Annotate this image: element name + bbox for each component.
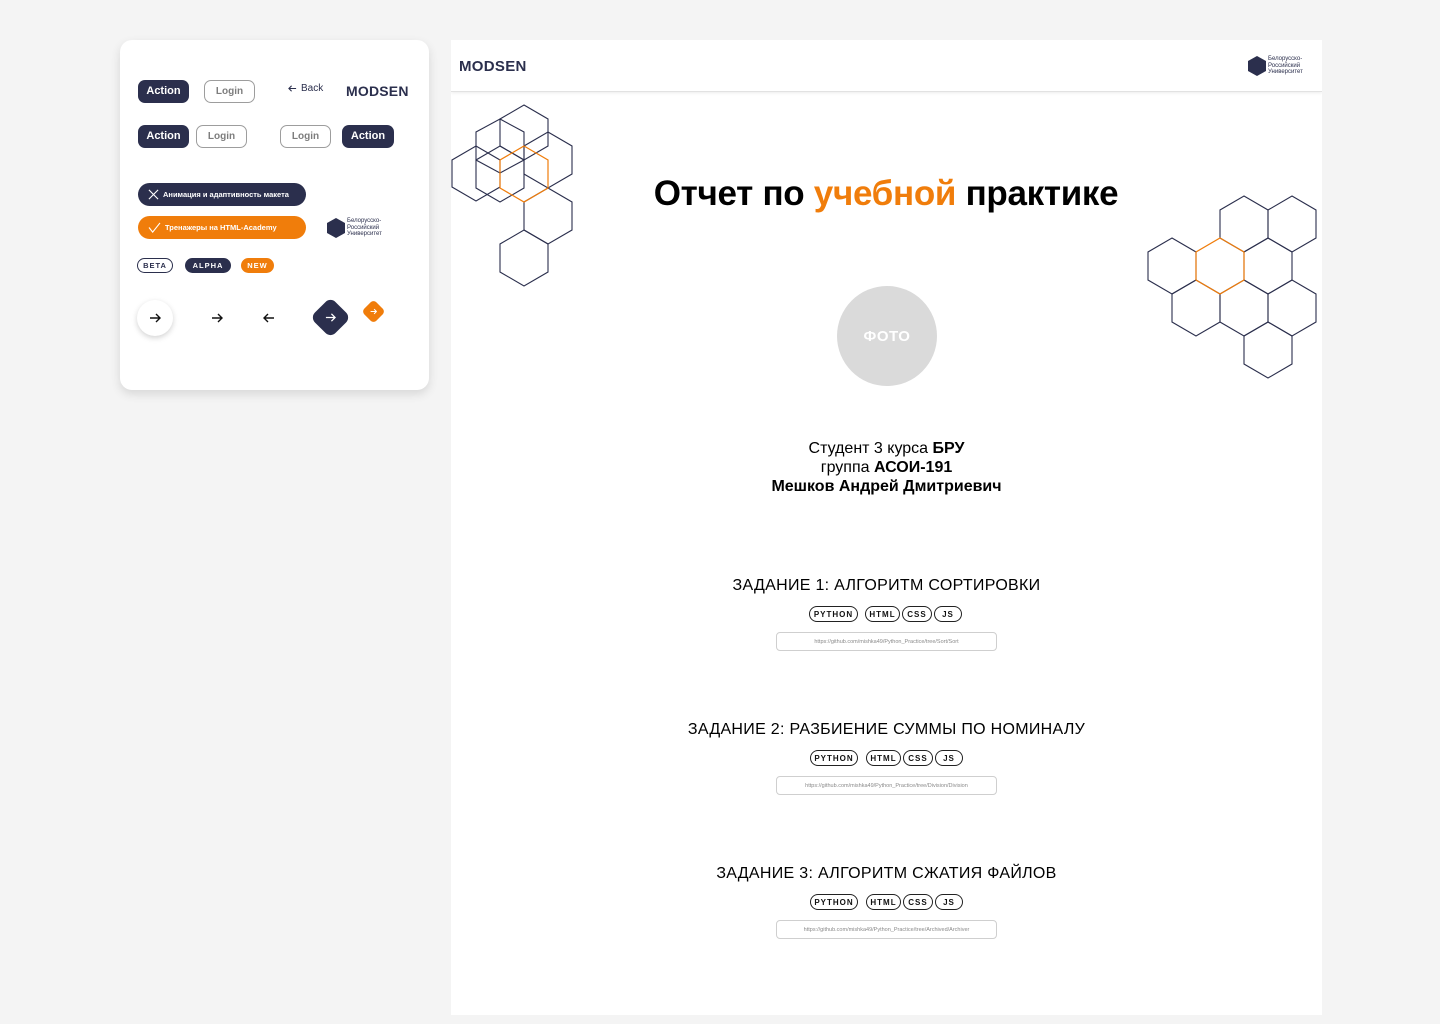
task-tags: PYTHON HTML CSS JS [451, 894, 1322, 910]
student-name: Мешков Андрей Дмитриевич [771, 478, 1002, 495]
chip-animation-label: Анимация и адаптивность макета [163, 190, 289, 199]
next-diamond-button[interactable] [309, 296, 352, 339]
task-repo-link[interactable]: https://github.com/mishka49/Python_Pract… [776, 920, 997, 939]
tag-python: PYTHON [809, 606, 858, 622]
next-diamond-small-button[interactable] [361, 299, 386, 324]
honeycomb-right-decoration [1147, 195, 1317, 379]
university-logo: Белорусско- Российский Университет [327, 218, 382, 238]
login-button[interactable]: Login [204, 80, 255, 103]
task-3: ЗАДАНИЕ 3: АЛГОРИТМ СЖАТИЯ ФАЙЛОВ PYTHON… [451, 865, 1322, 939]
back-link[interactable]: Back [288, 83, 323, 94]
close-icon [148, 189, 159, 200]
arrow-right-icon [212, 313, 223, 323]
student-university: БРУ [932, 440, 965, 457]
group-prefix: группа [820, 459, 874, 476]
title-part-1: Отчет по [653, 174, 814, 213]
tag-html: HTML [865, 606, 900, 622]
photo-placeholder: ФОТО [837, 286, 937, 386]
task-title: ЗАДАНИЕ 2: РАЗБИЕНИЕ СУММЫ ПО НОМИНАЛУ [687, 721, 1086, 738]
arrow-left-icon [263, 313, 274, 323]
tag-css: CSS [903, 750, 933, 766]
task-repo-link[interactable]: https://github.com/mishka49/Python_Pract… [776, 776, 997, 795]
report-page: MODSEN Белорусско- Российский Университе… [451, 40, 1322, 1015]
login-button-2[interactable]: Login [196, 125, 247, 148]
title-accent: учебной [813, 174, 957, 213]
arrow-right-icon [150, 313, 161, 323]
page-header: MODSEN Белорусско- Российский Университе… [451, 40, 1322, 92]
student-line-group: группа АСОИ-191 [451, 458, 1322, 477]
tag-css: CSS [903, 894, 933, 910]
uni-line-1: Белорусско- [347, 218, 382, 225]
hexagon-icon [1248, 56, 1266, 76]
student-prefix: Студент 3 курса [808, 440, 933, 457]
task-title: ЗАДАНИЕ 1: АЛГОРИТМ СОРТИРОВКИ [732, 577, 1041, 594]
chip-html-academy[interactable]: Тренажеры на HTML-Academy [138, 216, 306, 239]
chip-animation[interactable]: Анимация и адаптивность макета [138, 183, 306, 206]
ui-kit-panel: Action Login Back MODSEN Action Login Lo… [120, 40, 429, 390]
uni-line-3: Университет [1268, 69, 1303, 76]
tag-js: JS [935, 894, 963, 910]
student-info: Студент 3 курса БРУ группа АСОИ-191 Мешк… [451, 439, 1322, 496]
student-line-course: Студент 3 курса БРУ [451, 439, 1322, 458]
tag-js: JS [935, 750, 963, 766]
task-tags: PYTHON HTML CSS JS [451, 606, 1322, 622]
badge-new: NEW [241, 258, 274, 273]
task-tags: PYTHON HTML CSS JS [451, 750, 1322, 766]
brand-logo[interactable]: MODSEN [459, 58, 527, 75]
tag-html: HTML [866, 750, 901, 766]
group-name: АСОИ-191 [873, 459, 953, 476]
task-2: ЗАДАНИЕ 2: РАЗБИЕНИЕ СУММЫ ПО НОМИНАЛУ P… [451, 721, 1322, 795]
hexagon-icon [327, 218, 345, 238]
arrow-left-icon [288, 85, 297, 92]
action-button[interactable]: Action [138, 80, 189, 103]
uni-line-1: Белорусско- [1268, 56, 1303, 63]
check-icon [148, 222, 161, 233]
task-repo-link[interactable]: https://github.com/mishka49/Python_Pract… [776, 632, 997, 651]
tag-css: CSS [902, 606, 932, 622]
action-button-2[interactable]: Action [138, 125, 189, 148]
back-label: Back [301, 83, 324, 94]
tag-html: HTML [866, 894, 901, 910]
task-title: ЗАДАНИЕ 3: АЛГОРИТМ СЖАТИЯ ФАЙЛОВ [716, 865, 1057, 882]
student-line-name: Мешков Андрей Дмитриевич [451, 477, 1322, 496]
arrow-right-icon [370, 308, 377, 315]
title-part-2: практике [956, 174, 1119, 213]
prev-arrow-button[interactable] [259, 308, 279, 328]
tag-js: JS [934, 606, 962, 622]
badge-beta: BETA [137, 258, 173, 273]
task-1: ЗАДАНИЕ 1: АЛГОРИТМ СОРТИРОВКИ PYTHON HT… [451, 577, 1322, 651]
uni-line-3: Университет [347, 231, 382, 238]
login-button-3[interactable]: Login [280, 125, 331, 148]
chip-html-academy-label: Тренажеры на HTML-Academy [165, 223, 277, 232]
modsen-logo: MODSEN [346, 83, 409, 99]
badge-alpha: ALPHA [185, 258, 231, 273]
arrow-right-icon [325, 313, 336, 322]
next-arrow-button[interactable] [207, 308, 227, 328]
action-button-3[interactable]: Action [342, 125, 394, 148]
tag-python: PYTHON [810, 894, 858, 910]
tag-python: PYTHON [810, 750, 858, 766]
next-circle-button[interactable] [137, 300, 173, 336]
header-university-logo: Белорусско- Российский Университет [1248, 56, 1303, 76]
